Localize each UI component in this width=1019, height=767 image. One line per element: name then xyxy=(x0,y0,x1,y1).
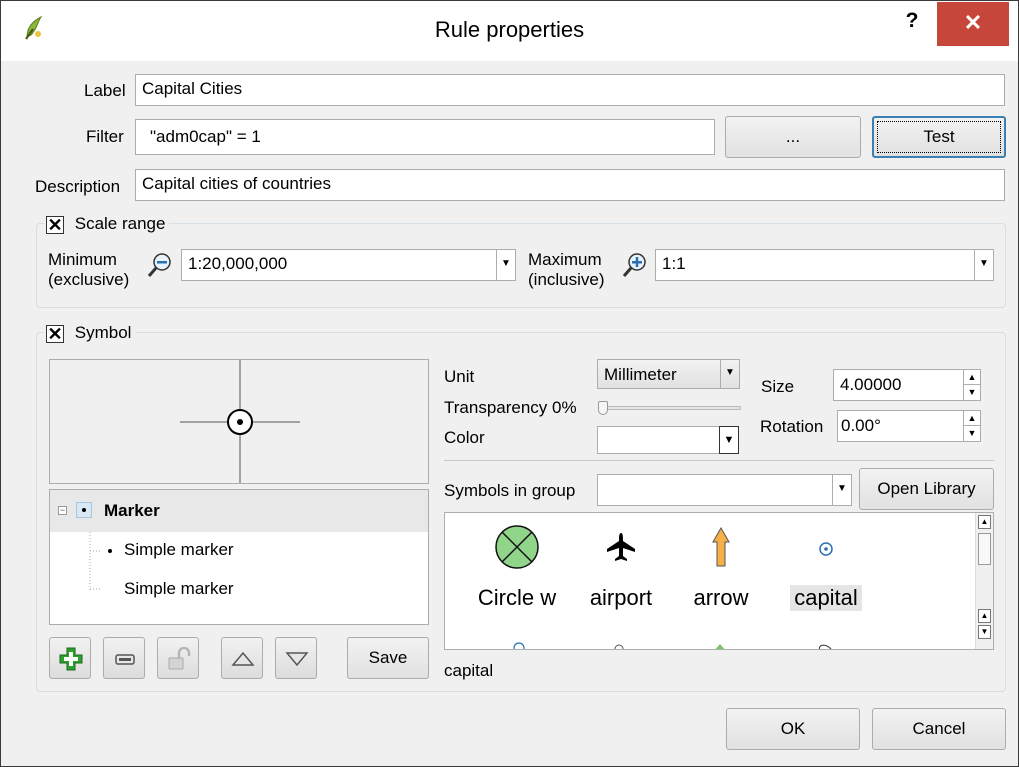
rotation-value: 0.00° xyxy=(841,416,881,435)
color-button[interactable]: ▼ xyxy=(597,426,739,454)
minimum-label-line2: (exclusive) xyxy=(48,270,130,289)
label-caption: Label xyxy=(84,81,126,100)
unit-combo[interactable]: Millimeter ▼ xyxy=(597,359,740,389)
lock-icon xyxy=(168,647,191,670)
chevron-down-icon[interactable]: ▼ xyxy=(974,250,993,280)
symbol-item-capital-name: capital xyxy=(790,585,862,611)
chevron-down-icon[interactable]: ▼ xyxy=(496,250,515,280)
color-label: Color xyxy=(444,428,485,447)
move-up-button[interactable] xyxy=(221,637,263,679)
save-symbol-button[interactable]: Save xyxy=(347,637,429,679)
tree-marker-label: Marker xyxy=(104,501,160,520)
dialog-title: Rule properties xyxy=(434,17,585,42)
scale-range-title: Scale range xyxy=(74,214,166,233)
spin-down-icon[interactable]: ▼ xyxy=(963,426,980,441)
slider-handle[interactable] xyxy=(598,401,608,415)
symbol-checkbox[interactable]: ✕ xyxy=(46,325,64,343)
size-label: Size xyxy=(761,377,795,396)
spin-up-icon[interactable]: ▲ xyxy=(963,411,980,426)
zoom-in-icon[interactable] xyxy=(621,251,649,284)
airplane-icon xyxy=(607,533,635,561)
maximum-label: Maximum (inclusive) xyxy=(528,250,605,290)
title-bar: Rule properties ? ✕ xyxy=(1,1,1018,61)
maximum-scale-combo[interactable]: 1:1 ▼ xyxy=(655,249,994,281)
symbol-item-arrow-name: arrow xyxy=(693,585,749,610)
filter-input[interactable]: "adm0cap" = 1 xyxy=(135,119,715,155)
symbol-preview xyxy=(49,359,429,484)
rule-properties-dialog: Rule properties ? ✕ Label Capital Cities… xyxy=(0,0,1019,767)
unit-label: Unit xyxy=(444,367,475,386)
circle-cross-icon xyxy=(495,525,539,569)
spin-down-icon[interactable]: ▼ xyxy=(963,385,980,400)
scroll-up-icon[interactable]: ▲ xyxy=(978,515,991,529)
minimum-scale-value: 1:20,000,000 xyxy=(188,254,288,273)
tree-simple-marker-1[interactable]: Simple marker xyxy=(124,540,234,560)
symbol-item-circle-name: Circle w xyxy=(477,585,557,610)
lock-layer-button[interactable] xyxy=(157,637,199,679)
chevron-down-icon[interactable]: ▼ xyxy=(720,360,739,388)
description-caption: Description xyxy=(35,177,121,196)
next-row-symbols xyxy=(513,642,832,649)
filter-expression-button[interactable]: ... xyxy=(725,116,861,158)
label-input[interactable]: Capital Cities xyxy=(135,74,1005,106)
test-button[interactable]: Test xyxy=(872,116,1006,158)
ok-button[interactable]: OK xyxy=(726,708,860,750)
minimum-scale-combo[interactable]: 1:20,000,000 ▼ xyxy=(181,249,516,281)
capital-icon xyxy=(819,542,833,556)
maximum-scale-value: 1:1 xyxy=(662,254,686,273)
open-library-button[interactable]: Open Library xyxy=(859,468,994,510)
simple-marker-dot-icon xyxy=(108,549,112,553)
cancel-button[interactable]: Cancel xyxy=(872,708,1006,750)
remove-layer-icon xyxy=(115,654,135,665)
symbol-item-airport[interactable]: airport xyxy=(571,517,671,611)
move-down-icon xyxy=(285,652,309,667)
scale-range-header: ✕ Scale range xyxy=(44,214,170,234)
symbol-group-combo[interactable]: ▼ xyxy=(597,474,852,506)
description-input[interactable]: Capital cities of countries xyxy=(135,169,1005,201)
move-down-button[interactable] xyxy=(275,637,317,679)
symbol-item-airport-name: airport xyxy=(589,585,653,610)
symbol-title: Symbol xyxy=(74,323,132,342)
transparency-label: Transparency 0% xyxy=(444,398,577,417)
add-layer-icon xyxy=(59,647,83,671)
move-up-icon xyxy=(231,651,255,666)
remove-layer-button[interactable] xyxy=(103,637,145,679)
filter-caption: Filter xyxy=(86,127,124,146)
arrow-up-icon xyxy=(712,526,730,567)
symbol-library-list[interactable]: Circle w airport arrow capital ▲ ▲ ▼ xyxy=(444,512,994,650)
spin-up-icon[interactable]: ▲ xyxy=(963,370,980,385)
rotation-spinbox[interactable]: 0.00° ▲ ▼ xyxy=(837,410,981,442)
symbol-item-circle[interactable]: Circle w xyxy=(463,517,571,611)
minimum-label-line1: Minimum xyxy=(48,250,117,269)
symbol-item-arrow[interactable]: arrow xyxy=(671,517,771,611)
symbol-layer-tree: − Marker Simple marker Simple marker xyxy=(49,489,429,625)
chevron-down-icon[interactable]: ▼ xyxy=(719,426,739,454)
maximum-label-line2: (inclusive) xyxy=(528,270,605,289)
tree-simple-marker-2[interactable]: Simple marker xyxy=(124,579,234,599)
rotation-label: Rotation xyxy=(760,417,824,436)
close-button[interactable]: ✕ xyxy=(937,2,1009,46)
zoom-out-icon[interactable] xyxy=(146,251,174,284)
scroll-thumb[interactable] xyxy=(978,533,991,565)
unit-value: Millimeter xyxy=(604,365,677,384)
symbol-item-capital[interactable]: capital xyxy=(781,517,871,611)
add-layer-button[interactable] xyxy=(49,637,91,679)
color-swatch[interactable] xyxy=(597,426,721,454)
selected-symbol-name: capital xyxy=(444,661,494,680)
symbol-header: ✕ Symbol xyxy=(44,323,136,343)
help-button[interactable]: ? xyxy=(897,9,927,39)
maximum-label-line1: Maximum xyxy=(528,250,602,269)
symbols-in-group-label: Symbols in group xyxy=(444,481,576,500)
page-down-icon[interactable]: ▲ xyxy=(978,609,991,623)
size-value: 4.00000 xyxy=(840,375,902,394)
scroll-down-icon[interactable]: ▼ xyxy=(978,625,991,639)
library-scrollbar[interactable]: ▲ ▲ ▼ xyxy=(975,513,993,649)
divider xyxy=(444,460,994,461)
size-spinbox[interactable]: 4.00000 ▲ ▼ xyxy=(833,369,981,401)
transparency-slider[interactable] xyxy=(598,401,741,415)
chevron-down-icon[interactable]: ▼ xyxy=(832,475,851,505)
scale-range-checkbox[interactable]: ✕ xyxy=(46,216,64,234)
minimum-label: Minimum (exclusive) xyxy=(48,250,129,290)
